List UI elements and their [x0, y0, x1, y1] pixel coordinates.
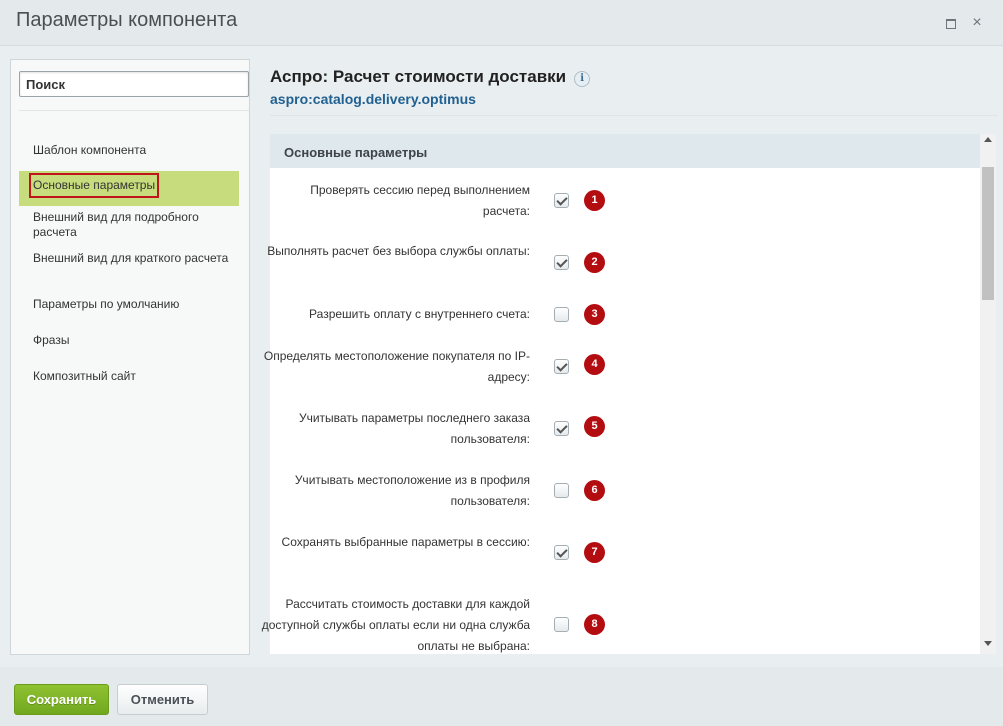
component-header: Аспро: Расчет стоимости доставки i aspro:… — [270, 67, 998, 107]
sidebar-item-label: Внешний вид для подробного расчета — [33, 210, 199, 239]
dialog-title: Параметры компонента — [16, 9, 238, 31]
component-title: Аспро: Расчет стоимости доставки — [270, 67, 567, 86]
dialog-titlebar: Параметры компонента × — [0, 0, 1003, 46]
param-label: Разрешить оплату с внутреннего счета: — [309, 307, 530, 321]
param-checkbox[interactable] — [554, 545, 569, 560]
param-checkbox[interactable] — [554, 617, 569, 632]
search-input[interactable] — [19, 71, 249, 97]
param-label: Сохранять выбранные параметры в сессию: — [281, 535, 530, 549]
param-checkbox[interactable] — [554, 359, 569, 374]
number-badge: 5 — [584, 416, 605, 437]
sidebar-item-template[interactable]: Шаблон компонента — [19, 143, 239, 158]
param-label: Определять местоположение покупателя по … — [263, 349, 530, 384]
param-label: Рассчитать стоимость доставки для каждой… — [261, 597, 530, 653]
dialog-footer: Сохранить Отменить — [0, 667, 1003, 726]
sidebar-item-label: Параметры по умолчанию — [33, 297, 180, 311]
param-label: Учитывать параметры последнего заказа по… — [298, 411, 530, 446]
scroll-down-icon[interactable] — [984, 641, 992, 646]
number-badge: 3 — [584, 304, 605, 325]
info-icon[interactable]: i — [574, 71, 591, 87]
param-checkbox[interactable] — [554, 255, 569, 270]
sidebar-item-label: Основные параметры — [29, 173, 160, 198]
sidebar-item-label: Фразы — [33, 333, 70, 347]
param-checkbox[interactable] — [554, 307, 569, 322]
sidebar-item-detail-view[interactable]: Внешний вид для подробного расчета — [19, 210, 239, 240]
sidebar-item-phrases[interactable]: Фразы — [19, 333, 239, 348]
vertical-scrollbar[interactable] — [980, 134, 996, 654]
sidebar-item-label: Внешний вид для краткого расчета — [33, 251, 229, 265]
section-header: Основные параметры — [270, 134, 980, 168]
sidebar-item-main-params[interactable]: Основные параметры — [19, 171, 239, 206]
param-label: Проверять сессию перед выполнением расче… — [310, 183, 530, 218]
param-label: Учитывать местоположение из в профиля по… — [294, 473, 530, 508]
cancel-button[interactable]: Отменить — [117, 684, 208, 715]
param-checkbox[interactable] — [554, 193, 569, 208]
save-button[interactable]: Сохранить — [14, 684, 109, 715]
sidebar-item-short-view[interactable]: Внешний вид для краткого расчета — [19, 251, 239, 266]
number-badge: 2 — [584, 252, 605, 273]
param-checkbox[interactable] — [554, 421, 569, 436]
number-badge: 4 — [584, 354, 605, 375]
number-badge: 7 — [584, 542, 605, 563]
scrollbar-thumb[interactable] — [982, 167, 994, 300]
number-badge: 6 — [584, 480, 605, 501]
sidebar: Шаблон компонента Основные параметры Вне… — [10, 59, 250, 655]
maximize-icon[interactable] — [941, 14, 959, 32]
sidebar-item-label: Композитный сайт — [33, 369, 136, 383]
number-badge: 8 — [584, 614, 605, 635]
scroll-up-icon[interactable] — [984, 137, 992, 142]
param-label: Выполнять расчет без выбора службы оплат… — [267, 244, 530, 258]
params-panel: Основные параметры Проверять сессию пере… — [262, 134, 996, 654]
close-icon[interactable]: × — [968, 14, 986, 32]
component-code: aspro:catalog.delivery.optimus — [270, 91, 476, 107]
sidebar-item-defaults[interactable]: Параметры по умолчанию — [19, 297, 239, 312]
sidebar-item-label: Шаблон компонента — [33, 143, 147, 157]
number-badge: 1 — [584, 190, 605, 211]
header-divider — [270, 115, 998, 116]
search-box — [19, 71, 249, 97]
sidebar-divider — [19, 110, 249, 111]
sidebar-item-composite[interactable]: Композитный сайт — [19, 369, 239, 384]
param-checkbox[interactable] — [554, 483, 569, 498]
